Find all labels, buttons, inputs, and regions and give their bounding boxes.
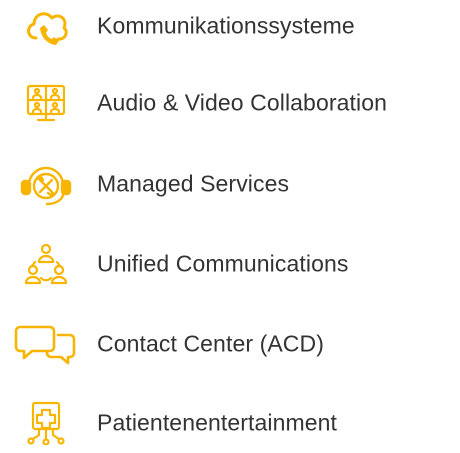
users-network-icon [14,240,78,288]
menu-item-audio-video-collaboration[interactable]: Audio & Video Collaboration [0,73,460,133]
menu-item-contact-center[interactable]: Contact Center (ACD) [0,314,460,374]
menu-item-label: Audio & Video Collaboration [97,89,387,116]
menu-item-label: Managed Services [97,170,290,197]
menu-item-unified-communications[interactable]: Unified Communications [0,234,460,294]
video-conference-icon [14,79,78,127]
menu-item-patientenentertainment[interactable]: Patientenentertainment [0,393,460,453]
menu-item-label: Patientenentertainment [97,409,338,436]
phone-cloud-icon [14,2,78,50]
menu-item-label: Unified Communications [97,250,349,277]
menu-item-label: Kommunikationssysteme [97,12,355,39]
menu-item-managed-services[interactable]: Managed Services [0,154,460,214]
medical-cross-network-icon [14,399,78,447]
chat-bubbles-icon [14,320,78,368]
headset-tools-icon [14,160,78,208]
service-menu: Kommunikationssysteme Audio & Video Coll… [0,0,460,450]
menu-item-label: Contact Center (ACD) [97,330,324,357]
menu-item-kommunikationssysteme[interactable]: Kommunikationssysteme [0,0,460,56]
